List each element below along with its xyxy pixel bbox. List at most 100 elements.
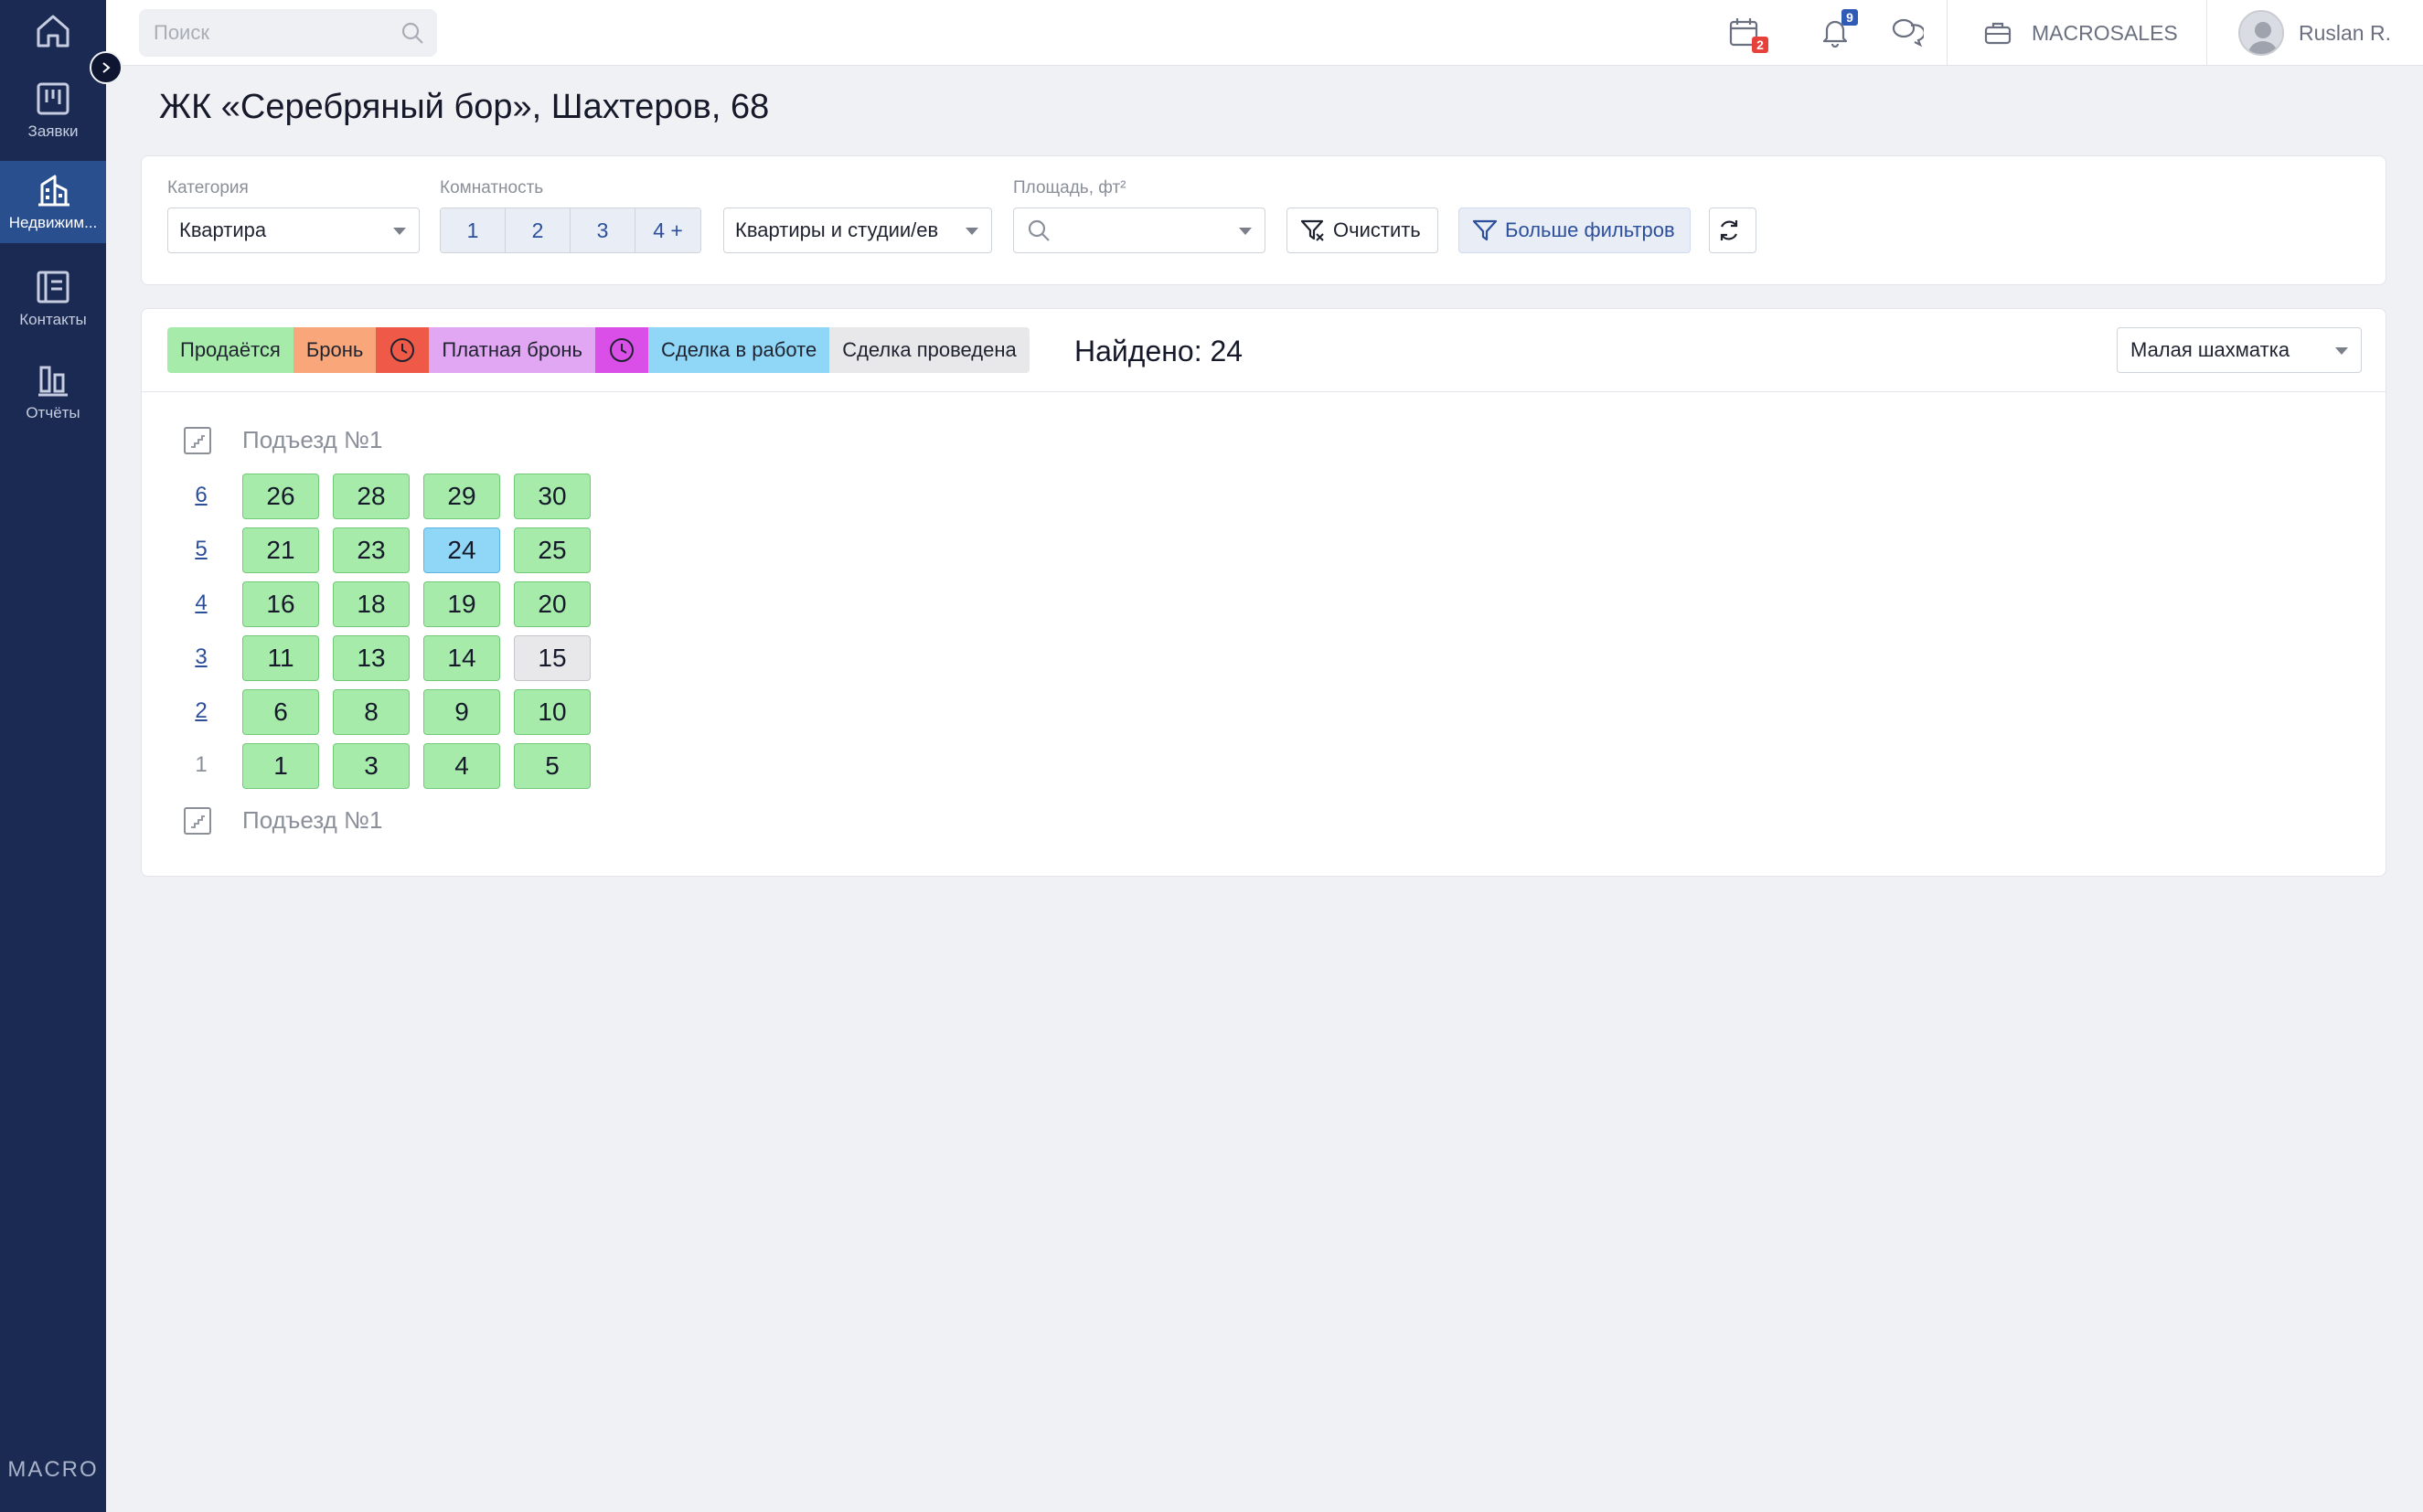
flat-cell[interactable]: 20: [514, 581, 591, 627]
floor-number[interactable]: 6: [191, 483, 211, 508]
divider: [1947, 0, 1948, 66]
flat-cell[interactable]: 19: [423, 581, 500, 627]
rooms-option-3[interactable]: 3: [571, 208, 635, 252]
sidebar-item-home[interactable]: [0, 11, 106, 57]
stairs-icon[interactable]: [184, 806, 211, 835]
sidebar-item-label: Контакты: [19, 311, 87, 328]
page-title: ЖК «Серебряный бор», Шахтеров, 68: [159, 88, 770, 126]
status-legend: Продаётся Бронь Платная бронь Сделка в р…: [167, 327, 1030, 373]
orders-icon: [37, 82, 69, 115]
sidebar-item-contacts[interactable]: Контакты: [0, 269, 106, 329]
search-box: [139, 9, 437, 57]
flat-cell[interactable]: 25: [514, 527, 591, 573]
view-mode-value: Малая шахматка: [2130, 338, 2290, 361]
flat-cell[interactable]: 6: [242, 689, 319, 735]
flat-cell[interactable]: 28: [333, 474, 410, 519]
refresh-button[interactable]: [1709, 208, 1756, 253]
flat-cell[interactable]: 30: [514, 474, 591, 519]
sidebar-item-reports[interactable]: Отчёты: [0, 362, 106, 422]
flat-cell[interactable]: 9: [423, 689, 500, 735]
search-icon[interactable]: [400, 21, 424, 45]
floor-number[interactable]: 3: [191, 644, 211, 670]
floor-number[interactable]: 5: [191, 537, 211, 562]
flat-cell[interactable]: 15: [514, 635, 591, 681]
flat-cell[interactable]: 4: [423, 743, 500, 789]
refresh-icon: [1720, 220, 1738, 240]
briefcase-icon: [1984, 22, 2012, 45]
chevron-down-icon: [2335, 347, 2348, 355]
flat-cell[interactable]: 21: [242, 527, 319, 573]
legend-sale[interactable]: Продаётся: [167, 327, 294, 373]
rooms-option-2[interactable]: 2: [506, 208, 571, 252]
user-menu[interactable]: Ruslan R.: [2238, 0, 2391, 66]
flat-cell[interactable]: 23: [333, 527, 410, 573]
legend-booking-expiring[interactable]: [376, 327, 430, 373]
top-bar: 2 9 MACROSALES Ruslan R.: [106, 0, 2423, 66]
sidebar-item-label: Заявки: [27, 122, 79, 140]
search-input[interactable]: [139, 9, 377, 57]
legend-paid-booking[interactable]: Платная бронь: [429, 327, 595, 373]
flat-type-value: Квартиры и студии/ев: [735, 218, 939, 241]
category-select[interactable]: Квартира: [167, 208, 420, 253]
rooms-label: Комнатность: [440, 178, 544, 197]
flat-cell[interactable]: 14: [423, 635, 500, 681]
more-filters-button[interactable]: Больше фильтров: [1458, 208, 1691, 253]
flat-type-select[interactable]: Квартиры и студии/ев: [723, 208, 992, 253]
clear-filters-label: Очистить: [1333, 218, 1421, 241]
sidebar-item-orders[interactable]: Заявки: [0, 80, 106, 141]
chat-button[interactable]: [1891, 16, 1926, 49]
rooms-option-1[interactable]: 1: [441, 208, 506, 252]
sidebar: Заявки Недвижим... Контакты Отчёты MACRO: [0, 0, 106, 1512]
flat-cell[interactable]: 10: [514, 689, 591, 735]
chevron-right-icon: [102, 62, 111, 73]
chevron-down-icon: [393, 228, 406, 235]
area-label: Площадь, фт²: [1013, 178, 1126, 197]
entrance-header: Подъезд №1: [184, 426, 382, 454]
flat-cell[interactable]: 3: [333, 743, 410, 789]
rooms-toggle-group: 1 2 3 4 +: [440, 208, 701, 253]
avatar: [2238, 10, 2284, 56]
view-mode-select[interactable]: Малая шахматка: [2117, 327, 2362, 373]
flat-cell[interactable]: 5: [514, 743, 591, 789]
calendar-button[interactable]: 2: [1728, 16, 1768, 53]
floor-number[interactable]: 2: [191, 698, 211, 724]
stairs-icon[interactable]: [184, 426, 211, 454]
legend-deal-in-progress[interactable]: Сделка в работе: [647, 327, 830, 373]
entrance-footer: Подъезд №1: [184, 806, 382, 835]
divider: [142, 391, 2386, 392]
clear-filters-button[interactable]: Очистить: [1286, 208, 1438, 253]
floor-number: 1: [195, 752, 208, 777]
notifications-button[interactable]: 9: [1820, 9, 1858, 49]
chevron-down-icon: [966, 228, 978, 235]
legend-paid-booking-expiring[interactable]: [594, 327, 648, 373]
flat-cell[interactable]: 24: [423, 527, 500, 573]
legend-deal-done[interactable]: Сделка проведена: [829, 327, 1030, 373]
legend-booking[interactable]: Бронь: [293, 327, 377, 373]
flat-cell[interactable]: 29: [423, 474, 500, 519]
notifications-badge: 9: [1841, 9, 1858, 26]
user-icon: [2248, 22, 2278, 54]
area-select[interactable]: [1013, 208, 1265, 253]
found-count: Найдено: 24: [1074, 335, 1244, 367]
sidebar-collapse-button[interactable]: [90, 51, 123, 84]
filters-panel: Категория Квартира Комнатность 1 2 3 4 +…: [141, 155, 2386, 285]
home-icon: [37, 15, 69, 48]
flat-cell[interactable]: 11: [242, 635, 319, 681]
category-value: Квартира: [179, 218, 267, 241]
flat-cell[interactable]: 26: [242, 474, 319, 519]
chat-icon: [1892, 18, 1926, 48]
entrance-label: Подъезд №1: [242, 806, 383, 834]
chessboard-panel: Продаётся Бронь Платная бронь Сделка в р…: [141, 308, 2386, 877]
company-name: MACROSALES: [2032, 20, 2178, 45]
rooms-option-4plus[interactable]: 4 +: [635, 208, 700, 252]
company-switcher[interactable]: MACROSALES: [1984, 0, 2178, 66]
flat-cell[interactable]: 8: [333, 689, 410, 735]
filter-clear-icon: [1300, 219, 1324, 241]
clock-icon: [390, 338, 415, 362]
sidebar-item-estate[interactable]: Недвижим...: [0, 161, 106, 243]
flat-cell[interactable]: 16: [242, 581, 319, 627]
flat-cell[interactable]: 1: [242, 743, 319, 789]
flat-cell[interactable]: 18: [333, 581, 410, 627]
floor-number[interactable]: 4: [191, 591, 211, 616]
flat-cell[interactable]: 13: [333, 635, 410, 681]
